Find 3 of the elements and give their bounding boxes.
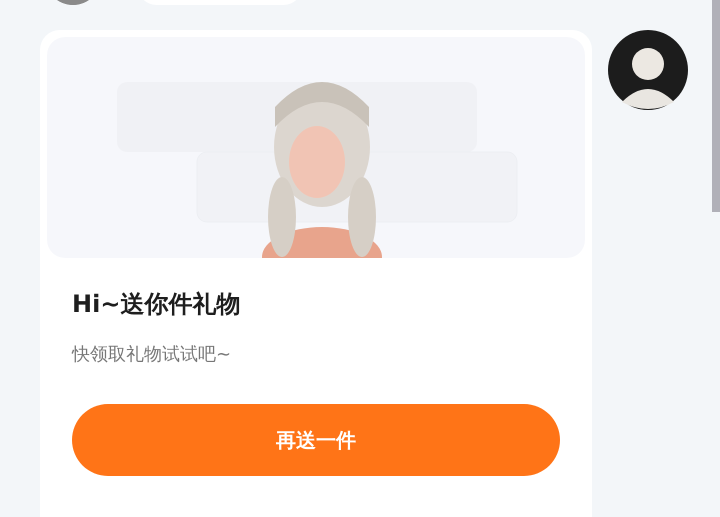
card-subtitle: 快领取礼物试试吧~ — [72, 343, 232, 366]
card-title: Hi~送你件礼物 — [72, 289, 242, 320]
send-again-button[interactable]: 再送一件 — [72, 404, 560, 476]
